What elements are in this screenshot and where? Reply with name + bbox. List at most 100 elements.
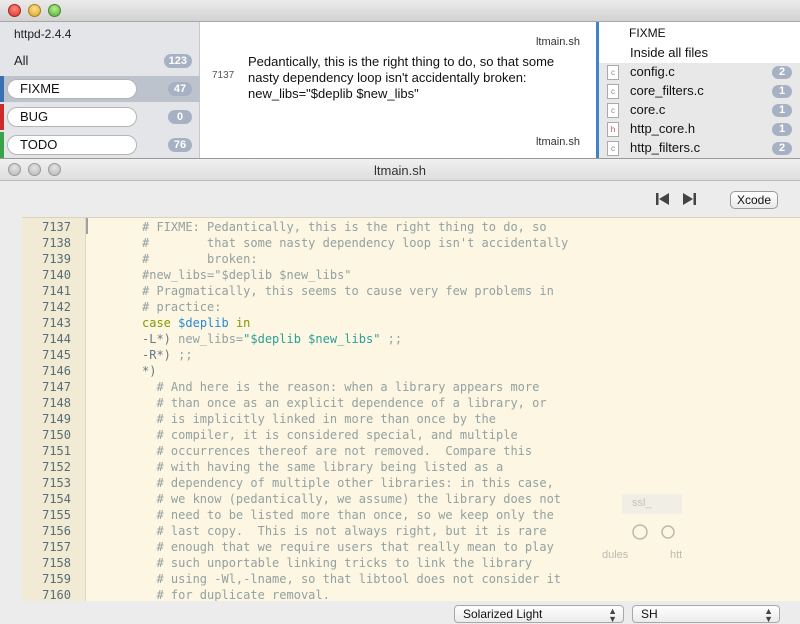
tag-row-fixme[interactable]: FIXME 47 bbox=[0, 76, 200, 102]
line-number: 7155 bbox=[42, 508, 71, 522]
code-line: # for duplicate removal. bbox=[142, 588, 330, 601]
code-line: case $deplib in bbox=[142, 316, 251, 330]
theme-select[interactable]: Solarized Light ▲ ▼ bbox=[454, 605, 624, 624]
code-line: # is implicitly linked in more than once… bbox=[142, 412, 497, 426]
line-number: 7145 bbox=[42, 348, 71, 362]
line-number: 7154 bbox=[42, 492, 71, 506]
line-number: 7150 bbox=[42, 428, 71, 442]
file-row[interactable]: c http_filters.c 2 bbox=[599, 139, 800, 158]
ghost-text: ssl_ bbox=[632, 497, 652, 509]
editor-statusbar: Solarized Light ▲ ▼ SH ▲ ▼ bbox=[0, 603, 800, 624]
code-line: # such unportable linking tricks to link… bbox=[142, 556, 533, 570]
code-line: -L*) new_libs="$deplib $new_libs" ;; bbox=[142, 332, 403, 346]
code-line: # enough that we require users that real… bbox=[142, 540, 554, 554]
window-title: ltmain.sh bbox=[373, 163, 427, 178]
file-name: core.c bbox=[630, 102, 666, 117]
tag-label: TODO bbox=[7, 135, 137, 155]
code-line: # we know (pedantically, we assume) the … bbox=[142, 492, 562, 506]
tag-label: All bbox=[14, 53, 29, 68]
c-file-icon: c bbox=[607, 103, 619, 118]
previous-item-icon[interactable] bbox=[656, 193, 670, 205]
file-count-badge: 1 bbox=[772, 104, 792, 117]
tag-count-badge: 0 bbox=[168, 110, 192, 124]
line-number: 7149 bbox=[42, 412, 71, 426]
line-number: 7140 bbox=[42, 268, 71, 282]
updown-arrows-icon: ▲ ▼ bbox=[764, 606, 773, 624]
code-line: -R*) ;; bbox=[142, 348, 193, 362]
ghost-overlay: ssl_ dules htt bbox=[602, 494, 682, 561]
code-line: # And here is the reason: when a library… bbox=[142, 380, 540, 394]
language-select-value: SH bbox=[641, 607, 658, 621]
line-number-gutter: 7137 7138 7139 7140 7141 7142 7143 7144 7145 7146… bbox=[22, 218, 86, 601]
background-window: httpd-2.4.4 All 123 FIXME 47 BUG 0 TODO … bbox=[0, 0, 800, 160]
code-line: *) bbox=[142, 364, 157, 378]
snippet-file-name: ltmain.sh bbox=[535, 36, 580, 48]
minimize-window-button[interactable] bbox=[28, 4, 41, 17]
close-window-button[interactable] bbox=[8, 4, 21, 17]
snippet-line-number: 7137 bbox=[212, 70, 235, 81]
line-number: 7143 bbox=[42, 316, 71, 330]
language-select[interactable]: SH ▲ ▼ bbox=[632, 605, 780, 624]
line-number: 7152 bbox=[42, 460, 71, 474]
h-file-icon: h bbox=[607, 122, 619, 137]
file-row[interactable]: c core.c 1 bbox=[599, 101, 800, 120]
code-editor[interactable]: 7137 7138 7139 7140 7141 7142 7143 7144 7145 7146… bbox=[22, 217, 800, 601]
c-file-icon: c bbox=[607, 141, 619, 156]
c-file-icon: c bbox=[607, 84, 619, 99]
files-list: FIXME Inside all files c config.c 2 c co… bbox=[599, 22, 800, 160]
open-in-xcode-button[interactable]: Xcode bbox=[730, 191, 778, 209]
code-line: # FIXME: Pedantically, this is the right… bbox=[142, 220, 547, 234]
tag-color-bar bbox=[0, 76, 4, 102]
line-number: 7141 bbox=[42, 284, 71, 298]
file-count-badge: 1 bbox=[772, 123, 792, 136]
line-number: 7144 bbox=[42, 332, 71, 346]
code-line: #new_libs="$deplib $new_libs" bbox=[142, 268, 352, 282]
files-title: FIXME bbox=[629, 26, 666, 40]
code-line: # with having the same library being lis… bbox=[142, 460, 504, 474]
tag-label: BUG bbox=[7, 107, 137, 127]
editor-toolbar: Xcode bbox=[0, 181, 800, 215]
tag-count-badge: 123 bbox=[163, 54, 192, 68]
snippet-text: Pedantically, this is the right thing to… bbox=[248, 54, 555, 101]
file-name: config.c bbox=[630, 64, 675, 79]
editor-window: ltmain.sh Xcode 7137 7138 7139 7140 7141 7142… bbox=[0, 158, 800, 624]
code-line: # need to be listed more than once, so w… bbox=[142, 508, 554, 522]
code-line: # broken: bbox=[142, 252, 258, 266]
file-count-badge: 2 bbox=[772, 142, 792, 155]
snippet-list[interactable]: ltmain.sh 7137 Pedantically, this is the… bbox=[200, 22, 596, 160]
zoom-window-button[interactable] bbox=[48, 4, 61, 17]
file-name: http_core.h bbox=[630, 121, 696, 136]
code-line: # dependency of multiple other libraries… bbox=[142, 476, 554, 490]
c-file-icon: c bbox=[607, 65, 619, 80]
code-line: # compiler, it is considered special, an… bbox=[142, 428, 518, 442]
line-number: 7156 bbox=[42, 524, 71, 538]
file-row-inside-all[interactable]: Inside all files bbox=[599, 44, 800, 63]
next-item-icon[interactable] bbox=[682, 193, 696, 205]
tag-label: FIXME bbox=[7, 79, 137, 99]
file-row[interactable]: c config.c 2 bbox=[599, 63, 800, 82]
code-line: # that some nasty dependency loop isn't … bbox=[142, 236, 569, 250]
tag-color-bar bbox=[0, 104, 4, 130]
code-line: # than once as an explicit dependence of… bbox=[142, 396, 547, 410]
line-number: 7148 bbox=[42, 396, 71, 410]
code-line: # occurrences thereof are not removed. C… bbox=[142, 444, 533, 458]
line-number: 7137 bbox=[42, 220, 71, 234]
tag-row-bug[interactable]: BUG 0 bbox=[0, 104, 200, 130]
line-number: 7159 bbox=[42, 572, 71, 586]
background-titlebar bbox=[0, 0, 800, 22]
ghost-text: htt bbox=[670, 549, 682, 561]
file-row[interactable]: c core_filters.c 1 bbox=[599, 82, 800, 101]
tag-row-all[interactable]: All 123 bbox=[0, 48, 200, 74]
file-name: core_filters.c bbox=[630, 83, 704, 98]
ghost-text: dules bbox=[602, 549, 629, 561]
code-line: # practice: bbox=[142, 300, 222, 314]
file-count-badge: 2 bbox=[772, 66, 792, 79]
tag-color-bar bbox=[0, 132, 4, 158]
file-name: Inside all files bbox=[630, 45, 709, 60]
file-row[interactable]: h http_core.h 1 bbox=[599, 120, 800, 139]
line-number: 7146 bbox=[42, 364, 71, 378]
line-number: 7151 bbox=[42, 444, 71, 458]
tag-row-todo[interactable]: TODO 76 bbox=[0, 132, 200, 158]
editor-titlebar: ltmain.sh bbox=[0, 159, 800, 181]
updown-arrows-icon: ▲ ▼ bbox=[608, 606, 617, 624]
